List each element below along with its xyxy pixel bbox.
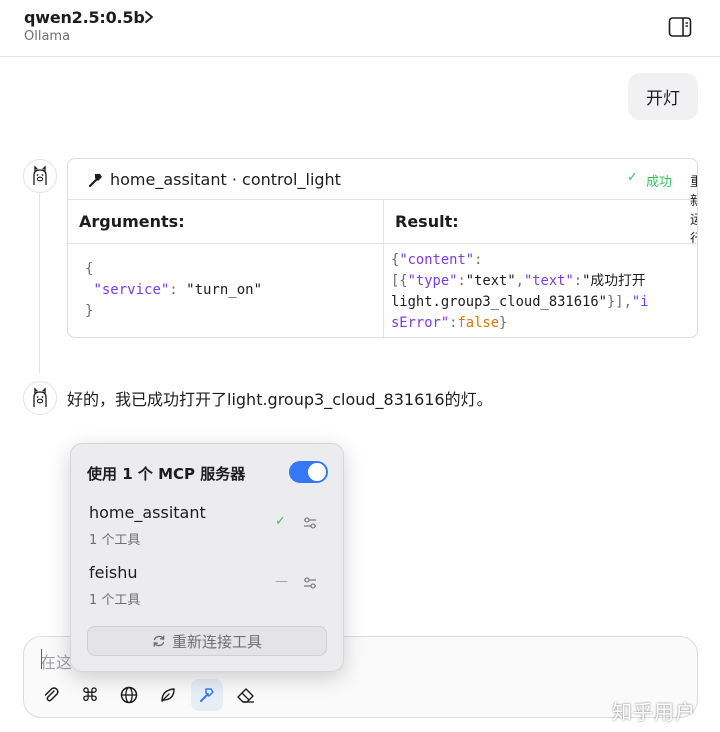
mcp-server-popover: 使用 1 个 MCP 服务器 home_assitant 1 个工具 ✓ fei…	[70, 443, 344, 672]
column-divider	[383, 200, 384, 337]
check-icon: ✓	[275, 514, 286, 529]
command-button[interactable]: ⌘	[74, 679, 106, 711]
result-heading: Result:	[395, 212, 459, 231]
eraser-icon	[237, 688, 254, 703]
provider-name: Ollama	[24, 29, 71, 44]
refresh-icon	[153, 635, 165, 647]
llama-icon	[33, 165, 47, 185]
hammer-icon	[200, 688, 214, 702]
assistant-message: 好的，我已成功打开了light.group3_cloud_831616的灯。	[67, 390, 493, 409]
chevron-right-icon[interactable]	[142, 9, 156, 25]
tool-status: 成功	[646, 175, 673, 190]
tool-call-title: home_assitant · control_light	[110, 170, 341, 189]
model-name[interactable]: qwen2.5:0.5b	[24, 8, 145, 27]
llama-icon	[33, 387, 47, 407]
settings-sliders-icon[interactable]	[303, 516, 317, 530]
text-caret	[41, 649, 42, 669]
web-search-button[interactable]	[113, 679, 145, 711]
user-message-bubble: 开灯	[628, 73, 698, 120]
server-tool-count: 1 个工具	[89, 593, 141, 608]
tool-call-header: home_assitant · control_light ✓ 成功 重新运行	[68, 159, 697, 247]
sidebar-toggle-icon[interactable]	[668, 16, 692, 38]
prompt-button[interactable]	[152, 679, 184, 711]
mcp-tools-button[interactable]	[191, 679, 223, 711]
reconnect-label: 重新连接工具	[171, 632, 262, 651]
arguments-heading: Arguments:	[79, 212, 185, 231]
result-code: {"content": [{"type":"text","text":"成功打开…	[391, 252, 649, 331]
mcp-toggle[interactable]	[289, 461, 328, 483]
command-icon: ⌘	[81, 684, 99, 706]
row-divider	[68, 243, 697, 244]
toggle-knob	[308, 463, 326, 481]
tool-call-card: home_assitant · control_light ✓ 成功 重新运行 …	[67, 158, 698, 338]
chat-header: qwen2.5:0.5b Ollama	[0, 0, 720, 57]
leaf-icon	[161, 688, 175, 702]
thread-line	[39, 193, 40, 373]
hammer-icon	[88, 174, 102, 188]
settings-sliders-icon[interactable]	[303, 576, 317, 590]
server-tool-count: 1 个工具	[89, 533, 141, 548]
dash-icon: —	[275, 574, 288, 589]
assistant-avatar	[23, 159, 57, 193]
check-icon: ✓	[627, 170, 638, 185]
attach-button[interactable]	[35, 679, 67, 711]
reconnect-tools-button[interactable]: 重新连接工具	[87, 626, 327, 656]
assistant-avatar	[23, 381, 57, 415]
watermark: 知乎用户	[612, 700, 696, 724]
clear-button[interactable]	[230, 679, 262, 711]
paperclip-icon	[44, 687, 59, 702]
rerun-button[interactable]: 重新运行	[690, 171, 697, 247]
arguments-code: { "service": "turn_on" }	[85, 261, 263, 319]
globe-icon	[120, 686, 138, 704]
server-name[interactable]: home_assitant	[89, 503, 206, 522]
mcp-popover-title: 使用 1 个 MCP 服务器	[87, 465, 246, 483]
server-name[interactable]: feishu	[89, 563, 138, 582]
